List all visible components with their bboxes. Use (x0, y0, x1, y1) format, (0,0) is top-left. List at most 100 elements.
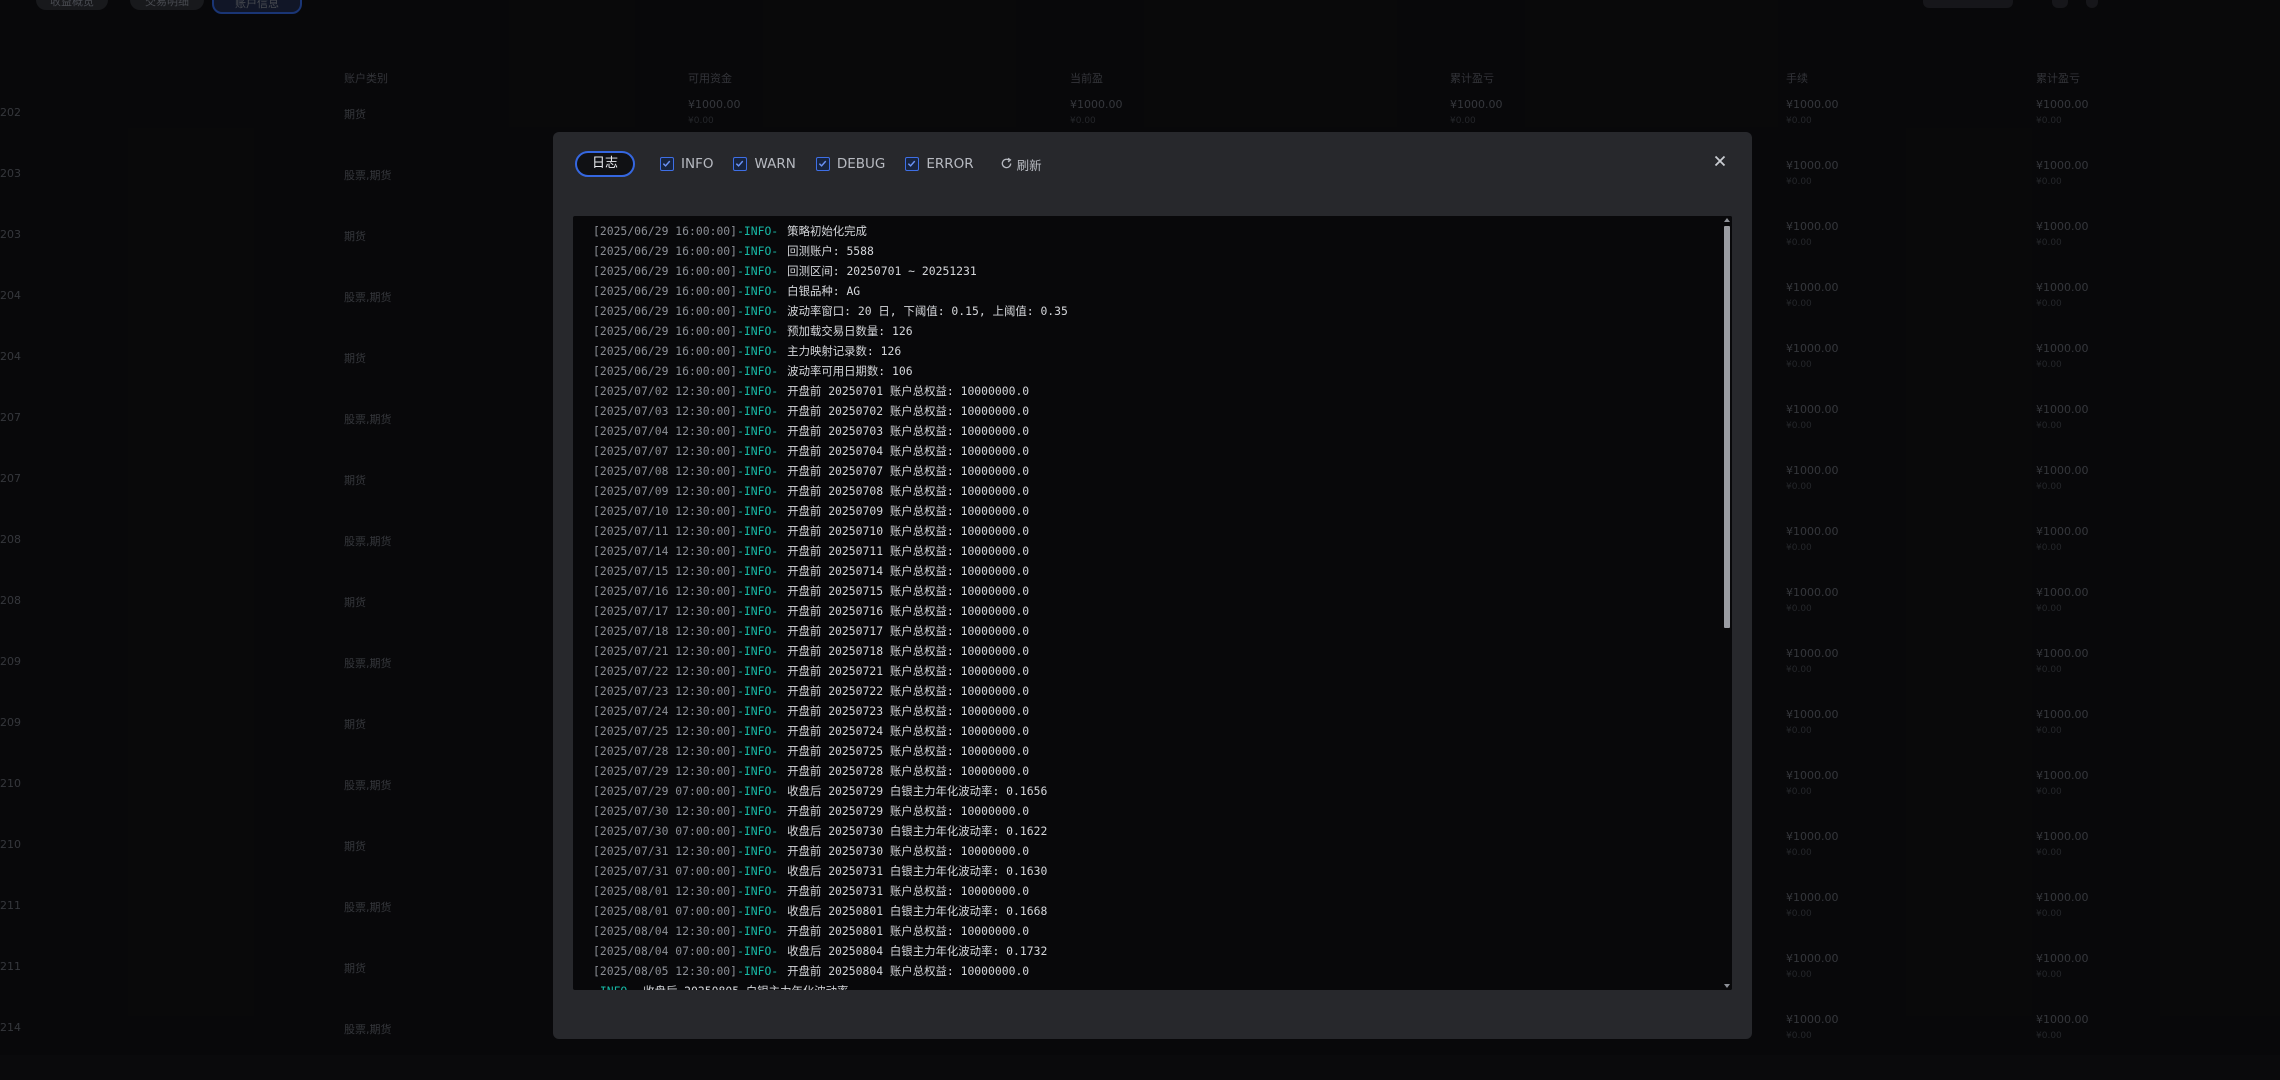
log-line: [2025/07/08 12:30:00]-INFO- 开盘前 20250707 … (593, 461, 1708, 481)
log-line: [2025/07/29 12:30:00]-INFO- 开盘前 20250728 … (593, 761, 1708, 781)
log-level: -INFO- (737, 484, 779, 498)
log-message: 开盘前 20250704 账户总权益: 10000000.0 (787, 444, 1030, 458)
checkbox-info[interactable] (660, 157, 674, 171)
log-line: [2025/07/24 12:30:00]-INFO- 开盘前 20250723 … (593, 701, 1708, 721)
log-output-panel[interactable]: [2025/06/29 16:00:00]-INFO- 策略初始化完成 [2025/… (573, 216, 1732, 990)
log-level: -INFO- (737, 564, 779, 578)
log-line: [2025/06/29 16:00:00]-INFO- 预加载交易日数量: 126 (593, 321, 1708, 341)
log-message: 开盘前 20250702 账户总权益: 10000000.0 (787, 404, 1030, 418)
log-timestamp: [2025/07/29 12:30:00] (593, 764, 738, 778)
log-timestamp: [2025/07/30 07:00:00] (593, 824, 738, 838)
log-level: -INFO- (737, 264, 779, 278)
log-timestamp: [2025/06/29 16:00:00] (593, 284, 738, 298)
checkbox-error[interactable] (905, 157, 920, 171)
log-line: [2025/07/23 12:30:00]-INFO- 开盘前 20250722 … (593, 681, 1708, 701)
log-message: 收盘后 20250729 白银主力年化波动率: 0.1656 (787, 784, 1048, 798)
close-icon[interactable] (1712, 153, 1728, 169)
log-message: 开盘前 20250714 账户总权益: 10000000.0 (787, 564, 1030, 578)
log-timestamp: [2025/06/29 16:00:00] (593, 324, 738, 338)
log-level: -INFO- (737, 804, 779, 818)
log-message: 开盘前 20250722 账户总权益: 10000000.0 (787, 684, 1030, 698)
log-line: [2025/08/01 07:00:00]-INFO- 收盘后 20250801 … (593, 901, 1708, 921)
log-message: 收盘后 20250805 白银主力年化波动率 (643, 984, 848, 990)
filter-info-label: INFO (681, 156, 714, 172)
log-timestamp: [2025/08/01 12:30:00] (593, 884, 738, 898)
log-level: -INFO- (737, 964, 779, 978)
log-timestamp: [2025/07/29 07:00:00] (593, 784, 738, 798)
log-timestamp: [2025/07/21 12:30:00] (593, 644, 738, 658)
log-message: 开盘前 20250711 账户总权益: 10000000.0 (787, 544, 1030, 558)
checkbox-warn[interactable] (733, 157, 748, 171)
log-timestamp: [2025/06/29 16:00:00] (593, 344, 738, 358)
log-timestamp: [2025/06/29 16:00:00] (593, 224, 738, 238)
log-level: -INFO- (737, 764, 779, 778)
scroll-thumb[interactable] (1724, 226, 1730, 628)
log-line: [2025/07/16 12:30:00]-INFO- 开盘前 20250715 … (593, 581, 1708, 601)
log-level: -INFO- (737, 584, 779, 598)
log-level: -INFO- (737, 844, 779, 858)
log-line: [2025/07/30 07:00:00]-INFO- 收盘后 20250730 … (593, 821, 1708, 841)
log-level: -INFO- (737, 244, 779, 258)
log-timestamp: [2025/07/08 12:30:00] (593, 464, 738, 478)
log-line: [2025/08/05 12:30:00]-INFO- 开盘前 20250804 … (593, 961, 1708, 981)
log-timestamp: [2025/07/31 12:30:00] (593, 844, 738, 858)
log-line: [2025/07/18 12:30:00]-INFO- 开盘前 20250717 … (593, 621, 1708, 641)
log-level: -INFO- (737, 544, 779, 558)
filter-info[interactable]: INFO (660, 156, 713, 172)
log-line: [2025/06/29 16:00:00]-INFO- 回测账户: 5588 (593, 241, 1708, 261)
refresh-button[interactable]: 刷新 (1000, 155, 1042, 174)
log-line: [2025/08/04 07:00:00]-INFO- 收盘后 20250804 … (593, 941, 1708, 961)
log-level: -INFO- (737, 624, 779, 638)
filter-warn[interactable]: WARN (733, 156, 796, 172)
log-level: -INFO- (737, 904, 779, 918)
log-message: 开盘前 20250708 账户总权益: 10000000.0 (787, 484, 1030, 498)
log-line: [2025/07/02 12:30:00]-INFO- 开盘前 20250701 … (593, 381, 1708, 401)
filter-debug-label: DEBUG (836, 156, 886, 172)
log-line: [2025/08/01 12:30:00]-INFO- 开盘前 20250731 … (593, 881, 1708, 901)
log-scrollbar[interactable] (1722, 216, 1732, 990)
log-timestamp: [2025/07/11 12:30:00] (593, 524, 738, 538)
log-line: [2025/07/04 12:30:00]-INFO- 开盘前 20250703 … (593, 421, 1708, 441)
log-line: [2025/07/29 07:00:00]-INFO- 收盘后 20250729 … (593, 781, 1708, 801)
log-message: 开盘前 20250801 账户总权益: 10000000.0 (787, 924, 1030, 938)
log-line: [2025/07/03 12:30:00]-INFO- 开盘前 20250702 … (593, 401, 1708, 421)
log-line: [2025/06/29 16:00:00]-INFO- 回测区间: 2025070… (593, 261, 1708, 281)
log-message: 开盘前 20250709 账户总权益: 10000000.0 (787, 504, 1030, 518)
log-message: 开盘前 20250717 账户总权益: 10000000.0 (787, 624, 1030, 638)
log-line: [2025/06/29 16:00:00]-INFO- 白银品种: AG (593, 281, 1708, 301)
scroll-up-arrow-icon[interactable] (1724, 218, 1730, 222)
log-timestamp: [2025/07/14 12:30:00] (593, 544, 738, 558)
scroll-down-arrow-icon[interactable] (1724, 984, 1730, 988)
filter-error[interactable]: ERROR (905, 156, 974, 172)
log-line: [2025/07/30 12:30:00]-INFO- 开盘前 20250729 … (593, 801, 1708, 821)
filter-error-label: ERROR (926, 156, 974, 172)
log-timestamp: [2025/07/16 12:30:00] (593, 584, 738, 598)
log-lines: [2025/06/29 16:00:00]-INFO- 策略初始化完成 [2025/… (593, 221, 1708, 990)
log-level: -INFO- (737, 884, 779, 898)
log-message: 波动率窗口: 20 日, 下阈值: 0.15, 上阈值: 0.35 (787, 304, 1068, 318)
log-message: 开盘前 20250728 账户总权益: 10000000.0 (787, 764, 1030, 778)
checkbox-debug[interactable] (815, 157, 830, 171)
log-message: 回测区间: 20250701 ~ 20251231 (787, 264, 977, 278)
log-timestamp: [2025/07/03 12:30:00] (593, 404, 738, 418)
log-timestamp: [2025/08/04 12:30:00] (593, 924, 738, 938)
log-level: -INFO- (737, 784, 779, 798)
log-message: 开盘前 20250804 账户总权益: 10000000.0 (787, 964, 1030, 978)
log-message: 主力映射记录数: 126 (787, 344, 902, 358)
log-timestamp: [2025/08/04 07:00:00] (593, 944, 738, 958)
log-message: 开盘前 20250701 账户总权益: 10000000.0 (787, 384, 1030, 398)
log-level: -INFO- (737, 684, 779, 698)
log-message: 开盘前 20250723 账户总权益: 10000000.0 (787, 704, 1030, 718)
log-line: [2025/07/28 12:30:00]-INFO- 开盘前 20250725 … (593, 741, 1708, 761)
log-message: 开盘前 20250703 账户总权益: 10000000.0 (787, 424, 1030, 438)
filter-debug[interactable]: DEBUG (815, 156, 886, 172)
log-timestamp: [2025/08/01 07:00:00] (593, 904, 738, 918)
log-timestamp: [2025/07/31 07:00:00] (593, 864, 738, 878)
log-modal: 日志 INFO WARN DEBUG ERROR 刷新 [2025/06/29 … (553, 132, 1752, 1039)
log-level: -INFO- (737, 384, 779, 398)
log-level: -INFO- (737, 864, 779, 878)
log-level: -INFO- (737, 224, 779, 238)
log-level: -INFO- (737, 944, 779, 958)
log-line: [2025/06/29 16:00:00]-INFO- 主力映射记录数: 126 (593, 341, 1708, 361)
log-level: -INFO- (737, 824, 779, 838)
